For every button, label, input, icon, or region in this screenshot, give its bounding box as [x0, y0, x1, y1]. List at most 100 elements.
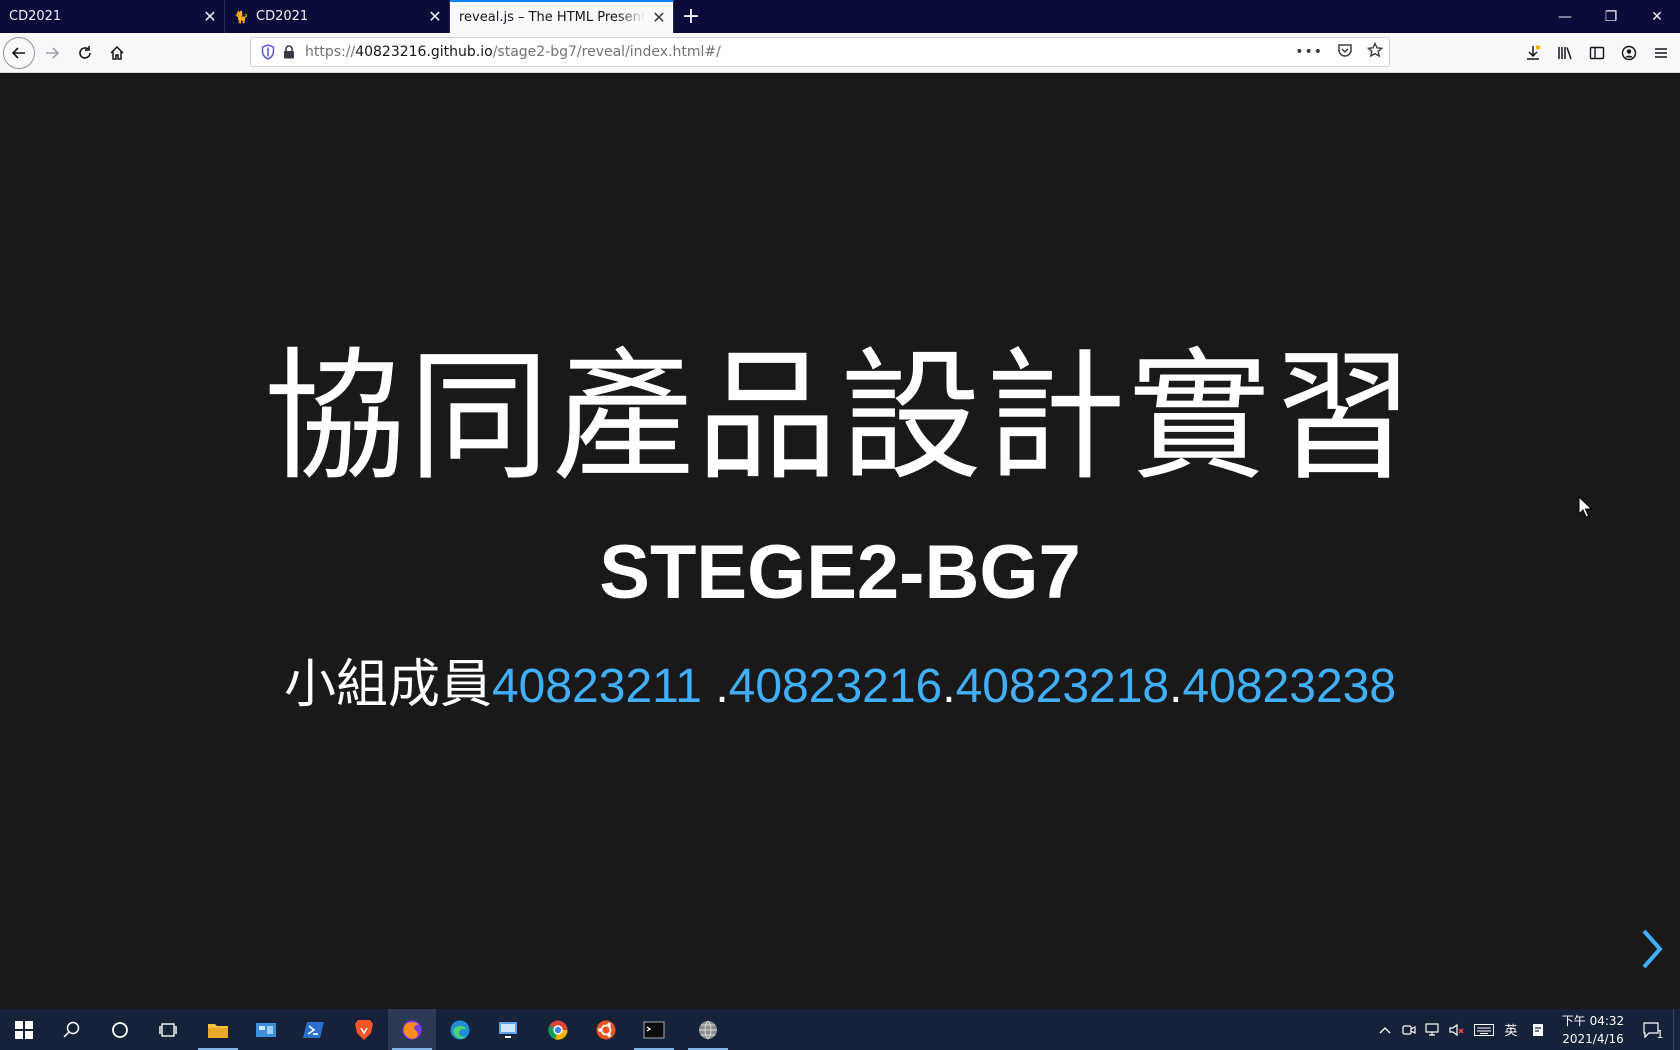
volume-muted-icon[interactable]: [1445, 1009, 1469, 1050]
navigation-toolbar: https://40823216.github.io/stage2-bg7/re…: [0, 33, 1680, 73]
remote-desktop-icon: [499, 1021, 517, 1038]
network-icon[interactable]: [1421, 1009, 1445, 1050]
control-panel-button[interactable]: [242, 1009, 290, 1050]
members-label: 小組成員: [283, 655, 492, 715]
address-bar[interactable]: https://40823216.github.io/stage2-bg7/re…: [250, 37, 1390, 67]
new-tab-button[interactable]: +: [674, 0, 708, 33]
member-link-40823216[interactable]: 40823216: [729, 660, 943, 713]
show-desktop-button[interactable]: [1673, 1009, 1680, 1050]
cortana-circle-icon: [112, 1021, 128, 1038]
bookmark-star-icon[interactable]: [1366, 41, 1384, 62]
tab-cd2021-1[interactable]: CD2021 ✕: [0, 0, 225, 33]
tab-reveal-js[interactable]: reveal.js – The HTML Presentation Framew…: [450, 0, 674, 33]
folder-icon: [208, 1023, 228, 1038]
brave-browser-button[interactable]: [340, 1009, 388, 1050]
task-view-icon: [159, 1022, 177, 1037]
forward-button[interactable]: [36, 37, 68, 69]
url-actions: •••: [1295, 38, 1384, 66]
start-button[interactable]: [0, 1009, 48, 1050]
search-icon: [63, 1021, 80, 1038]
chevron-up-icon[interactable]: [1373, 1009, 1397, 1050]
lock-icon[interactable]: [279, 45, 299, 59]
window-controls: — ❐ ✕: [1542, 0, 1680, 33]
slide-title: 協同產品設計實習: [264, 335, 1416, 500]
powershell-icon: [303, 1021, 324, 1038]
minimize-button[interactable]: —: [1542, 0, 1588, 33]
powershell-button[interactable]: [290, 1009, 338, 1050]
terminal-button[interactable]: [630, 1009, 678, 1050]
account-icon[interactable]: [1620, 44, 1638, 62]
task-view-button[interactable]: [144, 1009, 192, 1050]
windows-logo-icon: [15, 1020, 33, 1039]
globe-icon: [699, 1020, 717, 1039]
hamburger-menu-icon[interactable]: [1652, 44, 1670, 62]
reload-icon: [79, 46, 91, 59]
url-path: /stage2-bg7/reveal/index.html#/: [492, 44, 721, 60]
restore-button[interactable]: ❐: [1588, 0, 1634, 33]
ubuntu-icon: [596, 1020, 616, 1039]
tab-label: CD2021: [9, 9, 62, 24]
taskbar-clock[interactable]: 下午 04:32 2021/4/16: [1553, 1012, 1633, 1048]
reveal-slide: 協同產品設計實習 STEGE2-BG7 小組成員40823211 .408232…: [0, 73, 1680, 1009]
tab-label: reveal.js – The HTML Presentation Framew…: [459, 10, 645, 25]
system-tray: 英 下午 04:32 2021/4/16 1: [1373, 1009, 1680, 1050]
sidebar-icon[interactable]: [1588, 44, 1606, 62]
tracking-protection-shield-icon[interactable]: [257, 44, 279, 60]
member-link-40823238[interactable]: 40823238: [1182, 660, 1396, 713]
separator: .: [942, 660, 956, 713]
ime-mode-icon[interactable]: [1523, 1009, 1553, 1050]
ime-language-indicator[interactable]: 英: [1499, 1009, 1523, 1050]
windows-taskbar: 英 下午 04:32 2021/4/16 1: [0, 1009, 1680, 1050]
home-button[interactable]: [101, 37, 133, 69]
tab-close-icon[interactable]: ✕: [421, 0, 449, 33]
url-scheme: https://: [305, 44, 356, 60]
home-icon: [110, 45, 124, 60]
separator: .: [715, 660, 729, 713]
firefox-icon: [402, 1020, 422, 1039]
action-center-button[interactable]: 1: [1633, 1009, 1673, 1050]
back-arrow-icon: [11, 47, 25, 59]
forward-arrow-icon: [46, 47, 60, 59]
chrome-icon: [548, 1020, 568, 1040]
page-actions-menu-icon[interactable]: •••: [1295, 44, 1323, 60]
edge-button[interactable]: [436, 1009, 484, 1050]
clock-date: 2021/4/16: [1562, 1031, 1624, 1046]
edge-icon: [450, 1020, 470, 1039]
ubuntu-button[interactable]: [582, 1009, 630, 1050]
meet-now-icon[interactable]: [1397, 1009, 1421, 1050]
cortana-button[interactable]: [96, 1009, 144, 1050]
clock-time: 下午 04:32: [1561, 1013, 1625, 1028]
control-panel-icon: [256, 1022, 276, 1037]
reload-button[interactable]: [69, 37, 101, 69]
globe-app-button[interactable]: [684, 1009, 732, 1050]
tab-strip: CD2021 ✕ 🐈 CD2021 ✕ reveal.js – The HTML…: [0, 0, 1680, 33]
close-window-button[interactable]: ✕: [1634, 0, 1680, 33]
file-explorer-button[interactable]: [194, 1009, 242, 1050]
tab-close-icon[interactable]: ✕: [645, 1, 673, 34]
chrome-button[interactable]: [534, 1009, 582, 1050]
next-slide-arrow-icon[interactable]: [1638, 927, 1666, 971]
pocket-icon[interactable]: [1337, 42, 1353, 62]
firefox-button[interactable]: [388, 1009, 436, 1050]
back-button[interactable]: [3, 37, 35, 69]
mouse-cursor-icon: [1578, 496, 1592, 518]
member-link-40823218[interactable]: 40823218: [956, 660, 1170, 713]
member-link-40823211[interactable]: 40823211: [492, 660, 715, 713]
tab-label: CD2021: [256, 9, 309, 24]
tab-close-icon[interactable]: ✕: [196, 0, 224, 33]
notification-count: 1: [1656, 1028, 1664, 1041]
tab-cd2021-2[interactable]: 🐈 CD2021 ✕: [225, 0, 450, 33]
remote-desktop-button[interactable]: [484, 1009, 532, 1050]
library-icon[interactable]: [1556, 44, 1574, 62]
brave-lion-icon: [355, 1019, 373, 1040]
separator: .: [1169, 660, 1183, 713]
search-button[interactable]: [48, 1009, 96, 1050]
toolbar-right-buttons: [1524, 37, 1670, 69]
keyboard-icon[interactable]: [1469, 1009, 1499, 1050]
terminal-icon: [643, 1021, 665, 1038]
members-line: 小組成員40823211 .40823216.40823218.40823238: [0, 653, 1680, 719]
url-text[interactable]: https://40823216.github.io/stage2-bg7/re…: [305, 44, 721, 60]
downloads-icon[interactable]: [1524, 44, 1542, 62]
url-host: 40823216.github.io: [355, 44, 493, 60]
cat-favicon-icon: 🐈: [233, 9, 249, 24]
